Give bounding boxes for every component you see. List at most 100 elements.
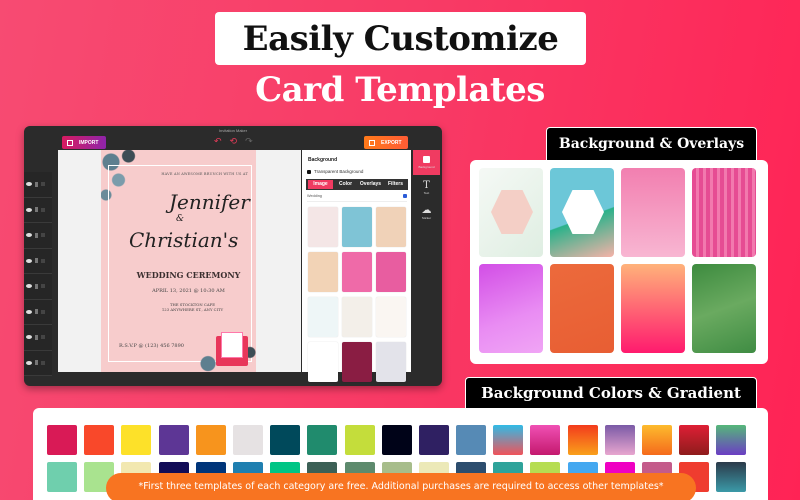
color-swatch[interactable] xyxy=(716,462,747,492)
layer-row[interactable] xyxy=(24,172,52,198)
color-swatch[interactable] xyxy=(158,425,189,455)
lock-icon[interactable] xyxy=(41,335,45,340)
lock-icon[interactable] xyxy=(41,360,45,365)
trash-icon[interactable] xyxy=(35,258,38,264)
tool-sticker[interactable]: ☁ Sticker xyxy=(413,200,440,225)
background-thumbnail[interactable] xyxy=(308,207,338,247)
layer-row[interactable] xyxy=(24,274,52,300)
tab-overlays[interactable]: Overlays xyxy=(358,180,383,189)
background-thumbnail[interactable] xyxy=(342,342,372,382)
tool-background[interactable]: Background xyxy=(413,150,440,175)
layer-row[interactable] xyxy=(24,299,52,325)
color-swatch[interactable] xyxy=(567,425,598,455)
card-tagline: HAVE AN AWESOME BRUNCH WITH US AT xyxy=(161,172,248,176)
eye-icon[interactable] xyxy=(26,309,32,314)
overlay-peach-pink-gradient[interactable] xyxy=(621,264,685,353)
tab-filters[interactable]: Filters xyxy=(383,180,408,189)
layer-row[interactable] xyxy=(24,197,52,223)
lock-icon[interactable] xyxy=(41,284,45,289)
invitation-card[interactable]: HAVE AN AWESOME BRUNCH WITH US AT Jennif… xyxy=(101,150,256,372)
overlay-pink-stripes[interactable] xyxy=(692,168,756,257)
background-thumbnail[interactable] xyxy=(376,252,406,292)
trash-icon[interactable] xyxy=(35,334,38,340)
canvas-area[interactable]: HAVE AN AWESOME BRUNCH WITH US AT Jennif… xyxy=(58,150,301,372)
color-swatch[interactable] xyxy=(121,425,152,455)
eye-icon[interactable] xyxy=(26,335,32,340)
reset-icon[interactable]: ⟲ xyxy=(230,137,238,147)
layer-row[interactable] xyxy=(24,350,52,376)
background-thumbnail[interactable] xyxy=(342,207,372,247)
lock-icon[interactable] xyxy=(41,309,45,314)
overlay-bride-dress[interactable] xyxy=(621,168,685,257)
eye-icon[interactable] xyxy=(26,284,32,289)
card-datetime[interactable]: APRIL 13, 2021 @ 10:30 AM xyxy=(101,288,256,294)
trash-icon[interactable] xyxy=(35,309,38,315)
overlay-floral-hexagon[interactable] xyxy=(550,168,614,257)
lock-icon[interactable] xyxy=(41,207,45,212)
card-ampersand[interactable]: & xyxy=(176,214,184,224)
color-swatch[interactable] xyxy=(195,425,226,455)
lock-icon[interactable] xyxy=(41,258,45,263)
card-event[interactable]: WEDDING CEREMONY xyxy=(101,270,256,280)
overlay-palm-hexagon[interactable] xyxy=(479,168,543,257)
background-panel: Background Transparent Background Image C… xyxy=(302,150,411,382)
export-button[interactable]: EXPORT xyxy=(364,136,408,149)
eye-icon[interactable] xyxy=(26,182,32,187)
overlay-purple-watercolor[interactable] xyxy=(479,264,543,353)
tab-image[interactable]: Image xyxy=(308,180,333,189)
color-swatch[interactable] xyxy=(679,425,710,455)
tool-text[interactable]: T Text xyxy=(413,175,440,200)
envelope-sticker[interactable] xyxy=(216,332,248,366)
background-thumbnail[interactable] xyxy=(376,297,406,337)
overlay-green-watercolor[interactable] xyxy=(692,264,756,353)
layer-row[interactable] xyxy=(24,248,52,274)
color-swatch[interactable] xyxy=(456,425,487,455)
color-swatch[interactable] xyxy=(270,425,301,455)
card-venue[interactable]: THE STOCKTON CAFE 123 ANYWHERE ST., ANY … xyxy=(101,302,256,312)
category-select[interactable]: Wedding xyxy=(307,194,407,202)
card-name2[interactable]: Christian's xyxy=(129,228,238,252)
trash-icon[interactable] xyxy=(35,360,38,366)
background-thumbnail[interactable] xyxy=(376,342,406,382)
color-swatch[interactable] xyxy=(381,425,412,455)
color-swatch[interactable] xyxy=(307,425,338,455)
layer-row[interactable] xyxy=(24,223,52,249)
lock-icon[interactable] xyxy=(41,233,45,238)
tab-color[interactable]: Color xyxy=(333,180,358,189)
color-swatch[interactable] xyxy=(47,425,77,455)
background-thumbnail[interactable] xyxy=(342,297,372,337)
background-thumbnail[interactable] xyxy=(308,297,338,337)
color-swatch[interactable] xyxy=(47,462,77,492)
import-button[interactable]: IMPORT xyxy=(62,136,106,149)
eye-icon[interactable] xyxy=(26,233,32,238)
eye-icon[interactable] xyxy=(26,207,32,212)
trash-icon[interactable] xyxy=(35,232,38,238)
color-swatch[interactable] xyxy=(344,425,375,455)
background-thumbnail[interactable] xyxy=(308,342,338,382)
color-swatch[interactable] xyxy=(604,425,635,455)
pricing-notice: *First three templates of each category … xyxy=(106,473,696,500)
background-thumbnail[interactable] xyxy=(376,207,406,247)
color-swatch[interactable] xyxy=(642,425,672,455)
trash-icon[interactable] xyxy=(35,283,38,289)
undo-icon[interactable]: ↶ xyxy=(214,137,222,147)
color-swatch[interactable] xyxy=(418,425,449,455)
card-rsvp[interactable]: R.S.V.P @ (123) 456 7890 xyxy=(119,343,184,349)
color-swatch[interactable] xyxy=(716,425,747,455)
color-swatch[interactable] xyxy=(530,425,561,455)
color-swatch[interactable] xyxy=(84,425,115,455)
eye-icon[interactable] xyxy=(26,360,32,365)
overlay-orange-texture[interactable] xyxy=(550,264,614,353)
color-swatch[interactable] xyxy=(493,425,524,455)
background-thumbnail[interactable] xyxy=(308,252,338,292)
trash-icon[interactable] xyxy=(35,181,38,187)
background-thumbnail[interactable] xyxy=(342,252,372,292)
color-swatch[interactable] xyxy=(232,425,263,455)
eye-icon[interactable] xyxy=(26,258,32,263)
layer-row[interactable] xyxy=(24,325,52,351)
lock-icon[interactable] xyxy=(41,182,45,187)
transparent-background-checkbox[interactable]: Transparent Background xyxy=(302,163,411,174)
card-name1[interactable]: Jennifer xyxy=(169,190,250,214)
trash-icon[interactable] xyxy=(35,207,38,213)
redo-icon[interactable]: ↷ xyxy=(245,137,253,147)
